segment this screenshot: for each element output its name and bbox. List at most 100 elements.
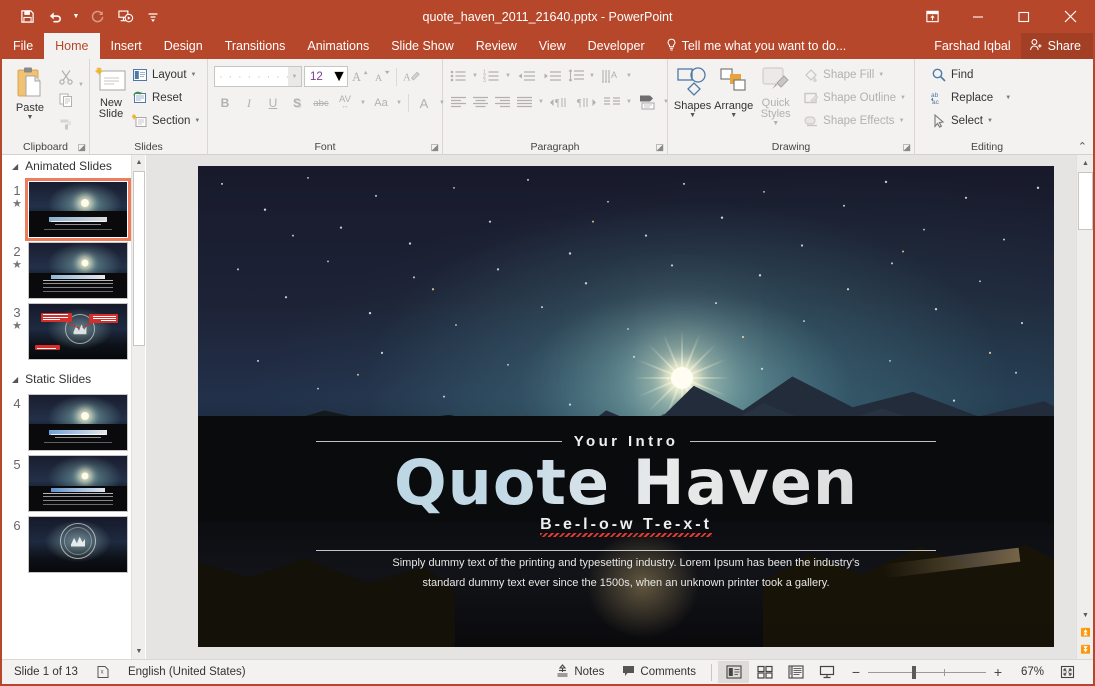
tab-file[interactable]: File bbox=[2, 33, 45, 59]
ribbon-display-options-icon[interactable] bbox=[909, 0, 955, 33]
tab-developer[interactable]: Developer bbox=[577, 33, 656, 59]
next-slide-button[interactable]: ⏬ bbox=[1077, 641, 1094, 657]
thumbnail-scroll-down-arrow[interactable]: ▼ bbox=[132, 644, 145, 659]
redo-icon[interactable] bbox=[84, 5, 110, 29]
normal-view-button[interactable] bbox=[718, 661, 749, 683]
shape-effects-button[interactable]: Shape Effects ▼ bbox=[799, 110, 910, 132]
thumbnail-slide-2[interactable] bbox=[28, 242, 128, 299]
undo-dropdown-icon[interactable]: ▼ bbox=[70, 5, 82, 29]
decrease-indent-button[interactable] bbox=[514, 66, 539, 86]
numbering-caret-icon[interactable]: ▼ bbox=[503, 66, 513, 86]
save-icon[interactable] bbox=[14, 5, 40, 29]
section-caret-icon[interactable]: ▼ bbox=[194, 118, 200, 124]
collapse-triangle-icon[interactable]: ◢ bbox=[12, 162, 18, 171]
font-size-dropdown-icon[interactable]: ▼ bbox=[331, 68, 347, 86]
text-direction-button[interactable]: A bbox=[599, 66, 623, 86]
numbering-button[interactable]: 123 bbox=[481, 66, 502, 86]
slide-title-block[interactable]: Your Intro Quote Haven B-e-l-o-w T-e-x-t bbox=[316, 433, 937, 551]
close-button[interactable] bbox=[1047, 0, 1093, 33]
arrange-dropdown-icon[interactable]: ▼ bbox=[730, 112, 737, 120]
thumbnail-slide-6[interactable] bbox=[28, 516, 128, 573]
tab-design[interactable]: Design bbox=[153, 33, 214, 59]
text-direction-caret-icon[interactable]: ▼ bbox=[624, 66, 634, 86]
underline-button[interactable]: U bbox=[262, 93, 284, 113]
slide-sorter-view-button[interactable] bbox=[749, 661, 780, 683]
bullets-button[interactable] bbox=[448, 66, 469, 86]
thumbnail-slide-5[interactable] bbox=[28, 455, 128, 512]
paste-dropdown-icon[interactable]: ▼ bbox=[27, 114, 34, 122]
increase-font-size-button[interactable]: A bbox=[350, 66, 370, 87]
rtl-button[interactable]: ¶ bbox=[574, 92, 600, 112]
thumbnail-slide-1[interactable] bbox=[25, 178, 131, 241]
format-painter-icon[interactable] bbox=[54, 112, 78, 133]
tab-animations[interactable]: Animations bbox=[296, 33, 380, 59]
convert-to-smartart-button[interactable] bbox=[636, 92, 660, 112]
font-name-dropdown-icon[interactable]: ▼ bbox=[288, 67, 301, 86]
paragraph-dialog-launcher[interactable]: ◪ bbox=[655, 142, 664, 153]
align-right-button[interactable] bbox=[492, 92, 513, 112]
shapes-dropdown-icon[interactable]: ▼ bbox=[689, 112, 696, 120]
share-button[interactable]: Share bbox=[1020, 33, 1093, 59]
zoom-slider[interactable] bbox=[868, 665, 986, 679]
section-header-static[interactable]: ◢ Static Slides bbox=[2, 368, 145, 390]
find-button[interactable]: Find bbox=[927, 64, 1015, 86]
previous-slide-button[interactable]: ⏫ bbox=[1077, 624, 1094, 640]
shape-outline-caret-icon[interactable]: ▼ bbox=[900, 95, 906, 101]
scroll-up-arrow[interactable]: ▲ bbox=[1077, 155, 1094, 171]
clipboard-dialog-launcher[interactable]: ◪ bbox=[77, 142, 86, 153]
justify-caret-icon[interactable]: ▼ bbox=[536, 92, 546, 112]
columns-button[interactable] bbox=[601, 92, 623, 112]
customize-qat-icon[interactable] bbox=[140, 5, 166, 29]
ltr-button[interactable]: ¶ bbox=[547, 92, 573, 112]
tab-insert[interactable]: Insert bbox=[100, 33, 153, 59]
notes-button[interactable]: Notes bbox=[547, 660, 613, 685]
quick-styles-dropdown-icon[interactable]: ▼ bbox=[772, 120, 779, 128]
arrange-button[interactable]: Arrange ▼ bbox=[713, 62, 754, 120]
shape-fill-caret-icon[interactable]: ▼ bbox=[878, 72, 884, 78]
line-spacing-caret-icon[interactable]: ▼ bbox=[587, 66, 597, 86]
zoom-percentage[interactable]: 67% bbox=[1010, 666, 1044, 678]
reset-button[interactable]: Reset bbox=[128, 87, 204, 109]
thumbnail-slide-3[interactable] bbox=[28, 303, 128, 360]
strikethrough-button[interactable]: abc bbox=[310, 93, 332, 113]
italic-button[interactable]: I bbox=[238, 93, 260, 113]
shapes-button[interactable]: Shapes ▼ bbox=[672, 62, 713, 120]
replace-caret-icon[interactable]: ▼ bbox=[997, 95, 1011, 101]
collapse-triangle-icon-static[interactable]: ◢ bbox=[12, 375, 18, 384]
character-spacing-button[interactable]: AV ↔ bbox=[334, 93, 356, 113]
align-center-button[interactable] bbox=[470, 92, 491, 112]
comments-button[interactable]: Comments bbox=[613, 660, 705, 685]
zoom-in-button[interactable]: + bbox=[992, 664, 1004, 680]
undo-icon[interactable] bbox=[42, 5, 68, 29]
slide-show-view-button[interactable] bbox=[811, 661, 842, 683]
thumbnail-scrollbar[interactable]: ▲ ▼ bbox=[131, 155, 145, 659]
language-status[interactable]: English (United States) bbox=[119, 660, 255, 685]
shape-fill-button[interactable]: Shape Fill ▼ bbox=[799, 64, 910, 86]
change-case-button[interactable]: Aa bbox=[370, 93, 392, 113]
font-dialog-launcher[interactable]: ◪ bbox=[430, 142, 439, 153]
select-caret-icon[interactable]: ▼ bbox=[987, 118, 993, 124]
thumbnail-scroll-thumb[interactable] bbox=[133, 171, 145, 346]
clipboard-caret-icon[interactable]: ▼ bbox=[78, 82, 84, 88]
fit-to-window-button[interactable] bbox=[1052, 661, 1083, 683]
cut-icon[interactable] bbox=[54, 66, 78, 87]
select-button[interactable]: Select ▼ bbox=[927, 110, 1015, 132]
paste-button[interactable]: Paste ▼ bbox=[6, 62, 54, 122]
layout-caret-icon[interactable]: ▼ bbox=[191, 72, 197, 78]
start-presentation-icon[interactable] bbox=[112, 5, 138, 29]
scroll-thumb[interactable] bbox=[1078, 172, 1093, 230]
shape-outline-button[interactable]: Shape Outline ▼ bbox=[799, 87, 910, 109]
tab-slide-show[interactable]: Slide Show bbox=[380, 33, 465, 59]
account-name[interactable]: Farshad Iqbal bbox=[924, 33, 1020, 59]
tab-transitions[interactable]: Transitions bbox=[214, 33, 297, 59]
slide-counter[interactable]: Slide 1 of 13 bbox=[2, 660, 87, 685]
font-color-button[interactable]: A bbox=[413, 93, 435, 113]
reading-view-button[interactable] bbox=[780, 661, 811, 683]
tell-me-search[interactable]: Tell me what you want to do... bbox=[656, 33, 857, 59]
replace-button[interactable]: ab ac Replace ▼ bbox=[927, 87, 1015, 109]
font-size-input[interactable]: 12 ▼ bbox=[304, 66, 348, 87]
thumbnail-scroll-up-arrow[interactable]: ▲ bbox=[132, 155, 145, 170]
tab-home[interactable]: Home bbox=[44, 33, 100, 59]
quick-styles-button[interactable]: Quick Styles ▼ bbox=[754, 62, 797, 128]
zoom-out-button[interactable]: − bbox=[850, 664, 862, 680]
